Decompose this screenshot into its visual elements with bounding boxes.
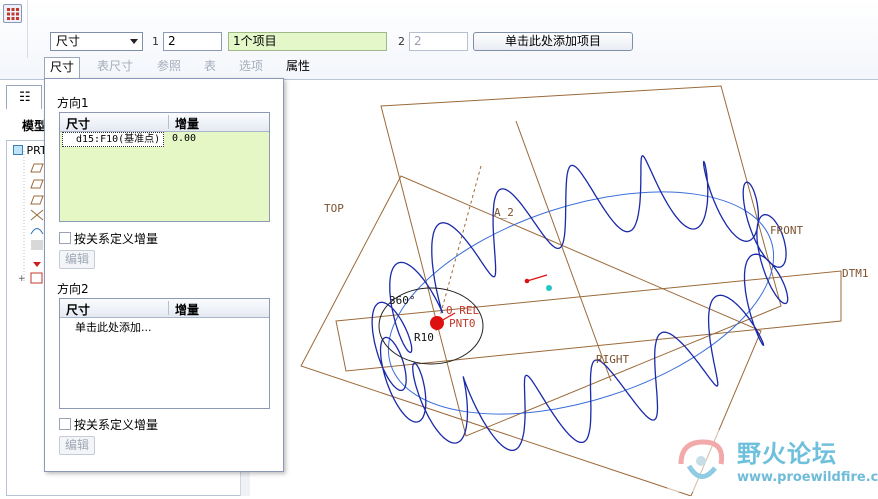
forum-logo-icon: [678, 439, 725, 479]
tab-properties[interactable]: 属性: [281, 57, 315, 77]
angle-dimension: 360°: [389, 294, 416, 307]
increment-cell[interactable]: 0.00: [172, 133, 196, 144]
reference-label: 0 REL: [446, 304, 479, 317]
axis-label: A_2: [494, 206, 514, 219]
pattern-feature-icon: [30, 272, 43, 284]
relation-checkbox-2-label: 按关系定义增量: [74, 418, 159, 432]
forum-watermark: 野火论坛 www.proewildfire.cn: [667, 430, 878, 492]
direction2-table: 尺寸 增量 单击此处添加...: [59, 298, 270, 409]
csys-icon: [30, 209, 44, 221]
direction1-count-input[interactable]: 2: [163, 32, 222, 51]
direction1-table: 尺寸 增量 d15:F10(基准点) 0.00: [59, 112, 270, 222]
col-dimension: 尺寸: [66, 303, 91, 317]
model-tree-icon: ☷: [19, 90, 31, 105]
csys-leader: [526, 274, 548, 282]
datum-plane-icon: [30, 179, 44, 189]
direction2-count-input[interactable]: 2: [409, 32, 468, 51]
feature-icon: [31, 240, 43, 250]
datum-plane-icon: [30, 195, 44, 205]
pattern-feature-icon[interactable]: [3, 4, 22, 23]
tab-table[interactable]: 表: [200, 57, 220, 77]
direction1-items-collector[interactable]: 1个项目: [228, 32, 387, 51]
model-tree-title: 模型: [22, 119, 47, 133]
ribbon-separator: [27, 0, 28, 58]
pattern-type-value: 尺寸: [56, 34, 81, 48]
csys-origin: [524, 278, 530, 284]
direction2-table-header: 尺寸 增量: [60, 299, 269, 318]
tab-dimensions[interactable]: 尺寸: [44, 57, 80, 78]
col-increment: 增量: [175, 303, 200, 317]
relation-checkbox-1[interactable]: [59, 232, 71, 244]
col-increment: 增量: [175, 117, 200, 131]
watermark-url: www.proewildfire.cn: [737, 470, 878, 485]
direction2-label: 2: [398, 35, 405, 48]
edit-button-2[interactable]: 编辑: [59, 436, 95, 455]
chevron-down-icon: [130, 39, 138, 44]
pattern-type-dropdown[interactable]: 尺寸: [50, 32, 143, 51]
point-label: PNT0: [449, 317, 476, 330]
direction1-title: 方向1: [57, 96, 89, 110]
dimension-cell[interactable]: d15:F10(基准点): [62, 132, 165, 147]
table-row[interactable]: 单击此处添加...: [60, 318, 269, 334]
direction1-label: 1: [152, 35, 159, 48]
edit-button-1[interactable]: 编辑: [59, 250, 95, 269]
datum-label-right: RIGHT: [596, 353, 629, 366]
add-item-button[interactable]: 单击此处添加项目: [473, 32, 633, 51]
watermark-title: 野火论坛: [737, 440, 837, 468]
svg-text:+: +: [18, 274, 26, 284]
dashboard-ribbon: 尺寸 1 2 1个项目 2 2 单击此处添加项目 尺寸 表尺寸 参照 表 选项 …: [0, 0, 878, 80]
helical-spring: [371, 155, 789, 452]
datum-label-dtm1: DTM1: [842, 267, 869, 280]
col-dimension: 尺寸: [66, 117, 91, 131]
curve-icon: [30, 228, 44, 235]
insert-here-icon: [33, 262, 41, 267]
dimensions-panel: 方向1 尺寸 增量 d15:F10(基准点) 0.00 按关系定义增量 编辑 方…: [44, 78, 284, 472]
datum-plane-top: [380, 85, 782, 437]
spring-coil-path: [371, 155, 789, 452]
add-dimension-placeholder[interactable]: 单击此处添加...: [75, 319, 152, 335]
axis-line: [515, 120, 612, 382]
tab-options[interactable]: 选项: [234, 57, 268, 77]
direction2-title: 方向2: [57, 282, 89, 296]
model-tree-tab[interactable]: ☷: [6, 85, 42, 109]
datum-plane-icon: [30, 163, 44, 173]
relation-checkbox-1-label: 按关系定义增量: [74, 232, 159, 246]
datum-label-top: TOP: [324, 202, 344, 215]
datum-label-front: FRONT: [770, 224, 803, 237]
relation-checkbox-2[interactable]: [59, 418, 71, 430]
tab-references[interactable]: 参照: [152, 57, 186, 77]
tab-table-dimensions[interactable]: 表尺寸: [95, 57, 135, 77]
radius-dimension: R10: [414, 331, 434, 344]
csys-z-marker: [546, 285, 552, 291]
direction1-table-header: 尺寸 增量: [60, 113, 269, 132]
datum-point-marker: [430, 316, 444, 330]
table-row[interactable]: d15:F10(基准点) 0.00: [60, 132, 269, 148]
datum-plane-right: [335, 270, 842, 372]
